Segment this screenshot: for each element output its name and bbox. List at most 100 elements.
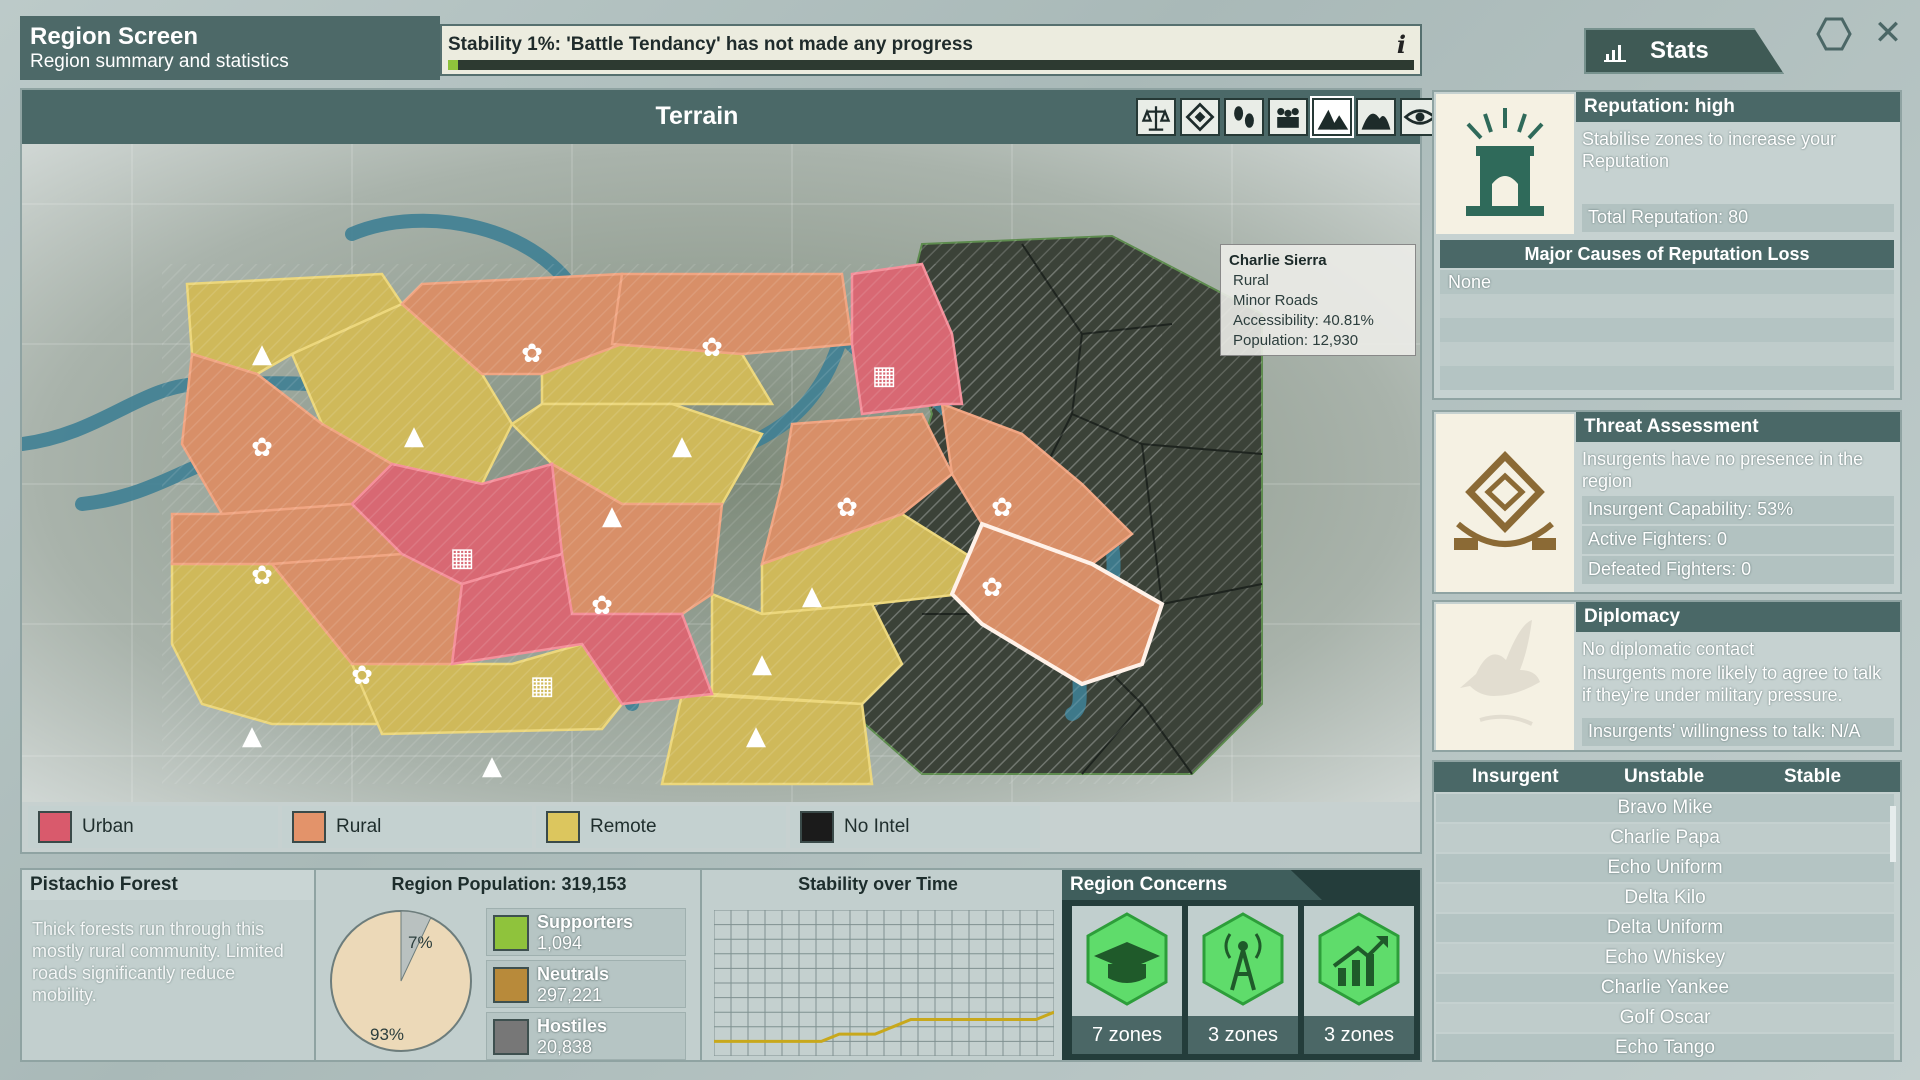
- map-filter-footprints[interactable]: [1224, 98, 1264, 136]
- table-row[interactable]: Echo Uniform: [1436, 854, 1894, 882]
- urban-zone-icon: ▦: [450, 543, 475, 573]
- hostiles-label: Hostiles: [537, 1016, 608, 1036]
- legend-item-remote: Remote: [536, 806, 786, 848]
- diplomacy-status: No diplomatic contact: [1582, 639, 1755, 659]
- reputation-loss-item: [1440, 342, 1894, 366]
- reputation-description: Stabilise zones to increase your Reputat…: [1582, 129, 1837, 171]
- population-title: Region Population: 319,153: [391, 874, 627, 894]
- hostiles-row: Hostiles 20,838: [486, 1012, 686, 1060]
- screen-title: Region Screen: [30, 23, 199, 50]
- legend-label: Rural: [336, 816, 382, 837]
- insurgent-capability: Insurgent Capability: 53%: [1582, 496, 1894, 524]
- stability-over-time: Stability over Time: [704, 870, 1054, 1060]
- neutral-icon: [493, 967, 529, 1003]
- population-section: Region Population: 319,153 7% 93% Suppor…: [318, 870, 702, 1060]
- remote-zone-icon: ▲: [802, 581, 822, 611]
- footprints-icon: [1234, 106, 1254, 128]
- urban-zone-icon: ▦: [872, 361, 897, 391]
- rural-zone-icon: ✿: [251, 561, 273, 591]
- balance-icon: [1141, 106, 1171, 131]
- remote-zone-icon: ▲: [672, 431, 692, 461]
- threat-assessment-card: Threat Assessment Insurgents have no pre…: [1432, 410, 1902, 594]
- zone-hatching: [162, 264, 1162, 784]
- rural-zone-icon: ✿: [251, 433, 273, 463]
- map-filter-hills[interactable]: [1356, 98, 1396, 136]
- screen-subtitle: Region summary and statistics: [30, 51, 289, 72]
- total-reputation: Total Reputation: 80: [1582, 204, 1894, 232]
- map-canvas[interactable]: ▲ ▲ ▲ ▲ ▲ ▲ ▲ ▲ ▲ ✿ ✿ ✿ ✿ ✿ ✿ ✿ ✿ ✿ ▦ ▦ …: [22, 144, 1420, 802]
- table-row[interactable]: Delta Kilo: [1436, 884, 1894, 912]
- urban-zone-icon: ▦: [530, 671, 555, 701]
- table-row[interactable]: Echo Whiskey: [1436, 944, 1894, 972]
- map-filter-balance[interactable]: [1136, 98, 1176, 136]
- info-icon[interactable]: i: [1397, 30, 1406, 59]
- close-icon[interactable]: ✕: [1872, 16, 1904, 50]
- rural-zone-icon: ✿: [981, 573, 1003, 603]
- stability-progress-fill: [448, 60, 458, 70]
- diplomacy-note: Insurgents more likely to agree to talk …: [1582, 663, 1882, 705]
- table-scrollbar[interactable]: [1890, 806, 1896, 862]
- hexagon-icon[interactable]: [1816, 16, 1852, 52]
- rural-zone-icon: ✿: [991, 493, 1013, 523]
- threat-description: Insurgents have no presence in the regio…: [1582, 449, 1864, 491]
- map-filter-people[interactable]: [1268, 98, 1308, 136]
- supporters-label: Supporters: [537, 912, 634, 932]
- rural-zone-icon: ✿: [701, 333, 723, 363]
- table-row[interactable]: Bravo Mike: [1436, 794, 1894, 822]
- willingness-to-talk: Insurgents' willingness to talk: N/A: [1582, 718, 1894, 746]
- table-row[interactable]: Charlie Yankee: [1436, 974, 1894, 1002]
- stability-progress-track: [448, 60, 1414, 70]
- neutrals-row: Neutrals 297,221: [486, 960, 686, 1008]
- map-filter-diamond[interactable]: [1180, 98, 1220, 136]
- concern-economy[interactable]: 3 zones: [1304, 906, 1414, 1054]
- stability-status-bar: Stability 1%: 'Battle Tendancy' has not …: [440, 24, 1422, 76]
- table-row[interactable]: Charlie Papa: [1436, 824, 1894, 852]
- supporters-value: 1,094: [537, 933, 583, 953]
- hills-icon: [1361, 113, 1391, 130]
- concern-communications[interactable]: 3 zones: [1188, 906, 1298, 1054]
- terrain-map-panel: Terrain ▲ ▲ ▲ ▲ ▲ ▲ ▲ ▲ ▲ ✿ ✿ ✿ ✿ ✿ ✿ ✿ …: [20, 88, 1440, 854]
- rural-zone-icon: ✿: [591, 591, 613, 621]
- tooltip-population: Population: 12,930: [1233, 332, 1359, 349]
- neutrals-label: Neutrals: [537, 964, 610, 984]
- rural-zone-icon: ✿: [351, 661, 373, 691]
- table-row[interactable]: Golf Oscar: [1436, 1004, 1894, 1032]
- defeated-fighters: Defeated Fighters: 0: [1582, 556, 1894, 584]
- table-header: Insurgent Unstable Stable: [1434, 762, 1900, 792]
- concern-zones: 3 zones: [1304, 1016, 1414, 1054]
- region-description: Thick forests run through this mostly ru…: [32, 919, 284, 1005]
- remote-zone-icon: ▲: [404, 421, 424, 451]
- legend-item-urban: Urban: [28, 806, 278, 848]
- map-header: Terrain: [22, 90, 1440, 144]
- table-row[interactable]: Delta Uniform: [1436, 914, 1894, 942]
- stability-chart-title: Stability over Time: [798, 874, 958, 894]
- table-row[interactable]: Echo Tango: [1436, 1034, 1894, 1060]
- legend-swatch: [800, 811, 834, 843]
- legend-label: Urban: [82, 816, 134, 837]
- col-unstable: Unstable: [1624, 766, 1705, 787]
- people-icon: [1277, 108, 1299, 128]
- threat-title: Threat Assessment: [1576, 412, 1900, 442]
- supporter-icon: [493, 915, 529, 951]
- remote-zone-icon: ▲: [746, 721, 766, 751]
- bar-chart-icon: [1604, 45, 1626, 62]
- population-pie: 7% 93%: [330, 910, 472, 1052]
- concern-zones: 3 zones: [1188, 1016, 1298, 1054]
- rural-zone-icon: ✿: [521, 339, 543, 369]
- reputation-card: Reputation: high Stabilise zones to incr…: [1432, 90, 1902, 400]
- concern-education[interactable]: 7 zones: [1072, 906, 1182, 1054]
- radio-tower-icon: [1202, 912, 1284, 1006]
- diplomacy-title: Diplomacy: [1576, 602, 1900, 632]
- legend-swatch: [546, 811, 580, 843]
- region-screen: Region Screen Region summary and statist…: [0, 0, 1920, 1080]
- tooltip-zone-name: Charlie Sierra: [1229, 252, 1327, 269]
- map-filter-mountains[interactable]: [1310, 96, 1354, 138]
- active-fighters: Active Fighters: 0: [1582, 526, 1894, 554]
- dove-emblem-icon: [1436, 604, 1574, 750]
- reputation-loss-item: [1440, 318, 1894, 342]
- stats-button[interactable]: Stats: [1584, 28, 1784, 74]
- map-legend: Urban Rural Remote No Intel: [22, 802, 1420, 850]
- legend-item-no-intel: No Intel: [790, 806, 1040, 848]
- diamond-icon: [1185, 102, 1215, 132]
- region-info: Pistachio Forest Thick forests run throu…: [22, 870, 316, 1060]
